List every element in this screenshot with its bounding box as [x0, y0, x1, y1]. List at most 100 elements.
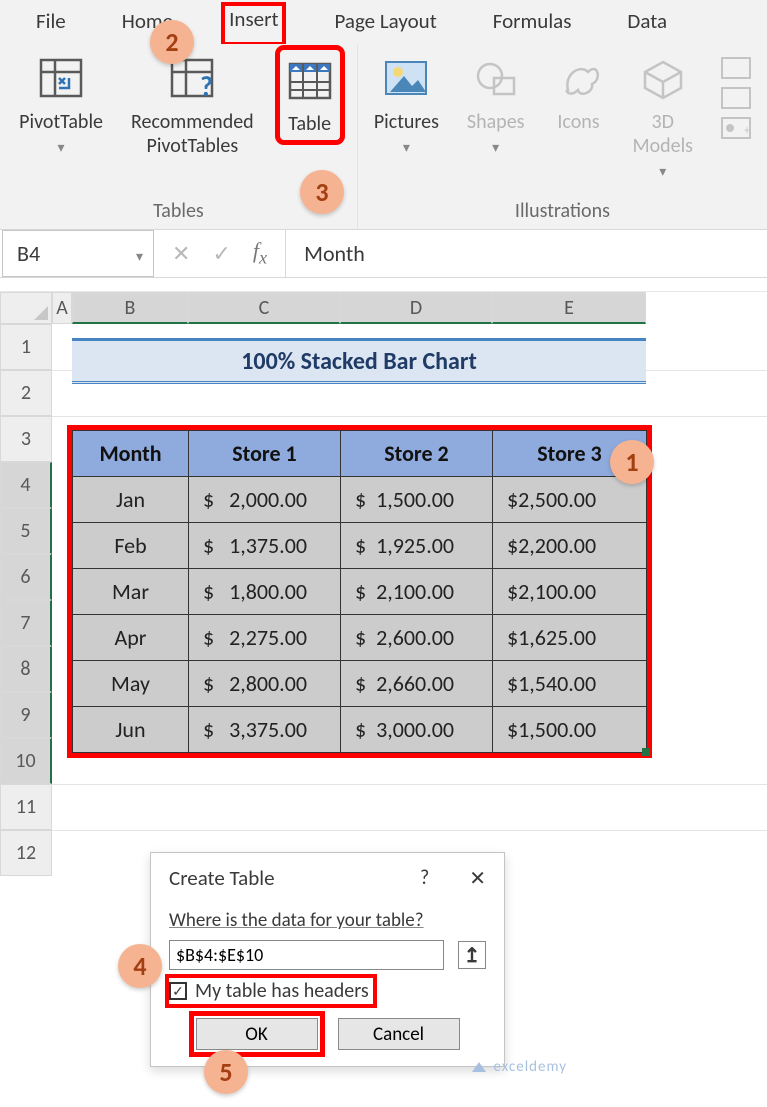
- enter-icon[interactable]: ✓: [212, 240, 230, 267]
- table-header[interactable]: Store 1: [189, 431, 341, 477]
- table-cell[interactable]: $ 2,800.00: [189, 661, 341, 707]
- row-header[interactable]: 5: [0, 508, 52, 554]
- table-cell[interactable]: Jan: [73, 477, 189, 523]
- col-header[interactable]: C: [188, 292, 340, 324]
- checkbox-icon: ✓: [169, 982, 187, 1000]
- table-cell[interactable]: $1,500.00: [493, 707, 647, 753]
- shapes-button[interactable]: Shapes: [457, 52, 535, 192]
- row-header[interactable]: 2: [0, 370, 52, 416]
- close-icon[interactable]: ✕: [469, 866, 486, 891]
- row-header[interactable]: 10: [0, 738, 52, 784]
- fill-handle[interactable]: [642, 748, 650, 756]
- table-cell[interactable]: Mar: [73, 569, 189, 615]
- data-table[interactable]: Month Store 1 Store 2 Store 3 Jan$ 2,000…: [72, 430, 647, 753]
- dropdown-icon: [136, 240, 143, 267]
- table-header[interactable]: Month: [73, 431, 189, 477]
- step-badge-3: 3: [300, 170, 344, 214]
- row-header[interactable]: 4: [0, 462, 52, 508]
- row-header[interactable]: 9: [0, 692, 52, 738]
- icons-label: Icons: [557, 110, 599, 134]
- row-header[interactable]: 11: [0, 784, 52, 830]
- pivottable-button[interactable]: PivotTable: [9, 52, 113, 192]
- recommended-label: Recommended PivotTables: [131, 110, 254, 158]
- 3d-models-button[interactable]: 3D Models: [622, 52, 703, 192]
- table-cell[interactable]: Feb: [73, 523, 189, 569]
- table-cell[interactable]: $ 1,800.00: [189, 569, 341, 615]
- row-header[interactable]: 12: [0, 830, 52, 876]
- table-cell[interactable]: $2,200.00: [493, 523, 647, 569]
- name-box-value: B4: [17, 240, 40, 267]
- table-cell[interactable]: $1,540.00: [493, 661, 647, 707]
- table-cell[interactable]: $1,625.00: [493, 615, 647, 661]
- step-badge-1: 1: [610, 440, 654, 484]
- fx-icon[interactable]: fx: [253, 238, 267, 268]
- svg-text:?: ?: [200, 69, 213, 102]
- table-cell[interactable]: $ 3,000.00: [341, 707, 493, 753]
- table-cell[interactable]: $ 2,660.00: [341, 661, 493, 707]
- shapes-label: Shapes: [467, 110, 525, 134]
- table-cell[interactable]: Apr: [73, 615, 189, 661]
- tab-formulas[interactable]: Formulas: [485, 4, 580, 44]
- tab-file[interactable]: File: [28, 4, 74, 44]
- dropdown-icon: [492, 134, 499, 158]
- tab-insert[interactable]: Insert: [221, 2, 286, 46]
- col-header[interactable]: E: [492, 292, 646, 324]
- watermark: exceldemy: [470, 1058, 567, 1076]
- step-badge-5: 5: [204, 1050, 248, 1094]
- tab-data[interactable]: Data: [619, 4, 675, 44]
- step-badge-4: 4: [118, 944, 162, 988]
- row-header[interactable]: 1: [0, 324, 52, 370]
- dropdown-icon: [58, 134, 65, 158]
- pictures-button[interactable]: Pictures: [364, 52, 449, 192]
- col-header[interactable]: D: [340, 292, 492, 324]
- ribbon: PivotTable ? Recommended PivotTables Tab…: [0, 44, 767, 230]
- table-cell[interactable]: $ 2,275.00: [189, 615, 341, 661]
- col-header[interactable]: B: [72, 292, 188, 324]
- icons-button[interactable]: Icons: [542, 52, 614, 192]
- cancel-button[interactable]: Cancel: [338, 1018, 460, 1050]
- row-header[interactable]: 7: [0, 600, 52, 646]
- table-cell[interactable]: $ 1,500.00: [341, 477, 493, 523]
- table-cell[interactable]: $ 1,925.00: [341, 523, 493, 569]
- more-illustrations-button[interactable]: +: [711, 52, 761, 192]
- table-cell[interactable]: $ 2,100.00: [341, 569, 493, 615]
- checkbox-label: My table has headers: [195, 979, 369, 1003]
- table-header[interactable]: Store 2: [341, 431, 493, 477]
- select-all-button[interactable]: [0, 292, 52, 324]
- row-header[interactable]: 6: [0, 554, 52, 600]
- row-header[interactable]: 3: [0, 416, 52, 462]
- dialog-title: Create Table: [169, 865, 275, 891]
- formula-input[interactable]: Month: [286, 230, 767, 277]
- row-header[interactable]: 8: [0, 646, 52, 692]
- title-cell[interactable]: 100% Stacked Bar Chart: [72, 338, 646, 384]
- range-picker-button[interactable]: ↥: [458, 941, 486, 969]
- name-box[interactable]: B4: [2, 230, 154, 277]
- cancel-icon[interactable]: ✕: [172, 240, 190, 267]
- table-cell[interactable]: $2,100.00: [493, 569, 647, 615]
- table-cell[interactable]: $2,500.00: [493, 477, 647, 523]
- ok-button[interactable]: OK: [196, 1018, 318, 1050]
- help-icon[interactable]: ?: [420, 866, 429, 890]
- dialog-prompt: Where is the data for your table?: [169, 909, 486, 932]
- table-cell[interactable]: May: [73, 661, 189, 707]
- ribbon-tabs: File Home Insert Page Layout Formulas Da…: [0, 0, 767, 44]
- icons-icon: [552, 52, 604, 104]
- table-button[interactable]: Table: [272, 52, 348, 192]
- recommended-pivottables-button[interactable]: ? Recommended PivotTables: [121, 52, 264, 192]
- table-cell[interactable]: $ 1,375.00: [189, 523, 341, 569]
- pivottable-label: PivotTable: [19, 110, 103, 134]
- group-illustrations: Pictures Shapes Icons 3D Mode: [358, 44, 767, 229]
- table-cell[interactable]: $ 2,000.00: [189, 477, 341, 523]
- formula-bar: B4 ✕ ✓ fx Month: [0, 230, 767, 278]
- headers-checkbox[interactable]: ✓ My table has headers: [169, 978, 373, 1004]
- shapes-icon: [470, 52, 522, 104]
- tab-page-layout[interactable]: Page Layout: [326, 4, 444, 44]
- col-header[interactable]: A: [52, 292, 72, 324]
- step-badge-2: 2: [150, 20, 194, 64]
- range-input[interactable]: [169, 940, 444, 970]
- table-cell[interactable]: $ 2,600.00: [341, 615, 493, 661]
- dropdown-icon: [659, 158, 666, 182]
- table-cell[interactable]: Jun: [73, 707, 189, 753]
- table-cell[interactable]: $ 3,375.00: [189, 707, 341, 753]
- group-tables-label: Tables: [153, 199, 204, 229]
